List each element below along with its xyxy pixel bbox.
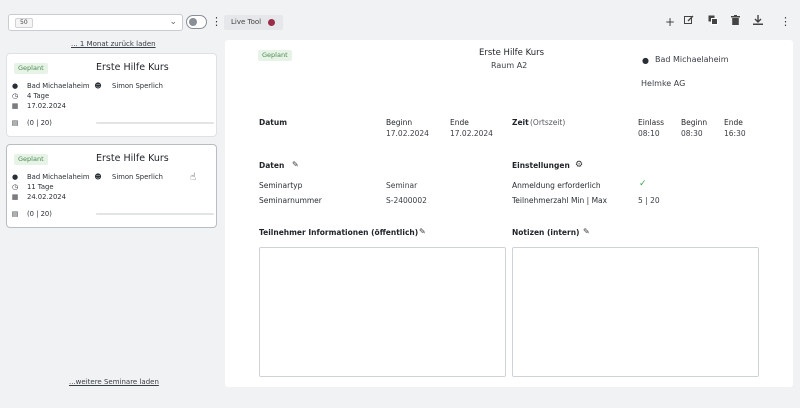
sidebar-menu-icon[interactable]: ⋮ [211, 16, 222, 27]
seminarnummer-label: Seminarnummer [259, 196, 322, 205]
load-previous-link[interactable]: ... 1 Monat zurück laden [71, 40, 156, 48]
gear-icon[interactable]: ⚙ [575, 160, 583, 170]
clock-icon: ◷ [11, 92, 19, 100]
card-trainer: Simon Sperlich [112, 82, 163, 90]
status-badge: Geplant [258, 50, 292, 61]
seminarnummer-value: S-2400002 [386, 196, 427, 205]
edit-icon[interactable] [682, 15, 696, 29]
detail-location: Bad Michaelaheim [655, 55, 729, 64]
info-label: Teilnehmer Informationen (öffentlich) [259, 228, 419, 237]
detail-title: Erste Hilfe Kurs [479, 48, 545, 58]
chevron-down-icon: ⌄ [169, 17, 177, 27]
time-begin-label: Beginn [681, 118, 708, 127]
detail-room: Raum A2 [491, 61, 528, 70]
zeit-sublabel: (Ortszeit) [530, 118, 566, 127]
card-date: 24.02.2024 [27, 193, 66, 201]
group-icon: ▤ [11, 119, 19, 127]
card-title: Erste Hilfe Kurs [96, 153, 169, 164]
seminar-card[interactable]: Geplant Erste Hilfe Kurs ● Bad Michaelah… [6, 53, 217, 137]
participants-progress [96, 122, 214, 124]
location-pin-icon: ● [11, 82, 19, 90]
person-icon: ☻ [94, 173, 102, 181]
card-trainer: Simon Sperlich [112, 173, 163, 181]
end-value: 17.02.2024 [450, 129, 493, 138]
daten-label: Daten [259, 161, 285, 170]
copy-icon[interactable] [706, 15, 720, 29]
add-icon[interactable]: + [663, 15, 677, 29]
load-more-link[interactable]: ...weitere Seminare laden [69, 378, 159, 386]
seminartyp-label: Seminartyp [259, 181, 303, 190]
time-end-value: 16:30 [724, 129, 746, 138]
live-tool-label: Live Tool [231, 18, 262, 26]
edit-notes-icon[interactable]: ✎ [583, 227, 590, 236]
location-pin-icon: ● [11, 173, 19, 181]
download-icon[interactable] [751, 15, 765, 29]
card-location: Bad Michaelaheim [27, 173, 90, 181]
location-pin-icon: ● [642, 56, 649, 65]
edit-info-icon[interactable]: ✎ [419, 227, 426, 236]
live-status-dot [268, 19, 276, 26]
card-duration: 4 Tage [27, 92, 50, 100]
notes-label: Notizen (intern) [512, 228, 580, 237]
card-duration: 11 Tage [27, 183, 54, 191]
clock-icon: ◷ [11, 183, 19, 191]
time-end-label: Ende [724, 118, 743, 127]
begin-label: Beginn [386, 118, 413, 127]
seminar-detail-panel: Geplant Erste Hilfe Kurs Raum A2 ● Bad M… [225, 40, 793, 387]
time-begin-value: 08:30 [681, 129, 703, 138]
group-icon: ▤ [11, 210, 19, 218]
view-toggle[interactable] [186, 15, 207, 29]
teilnehmerzahl-label: Teilnehmerzahl Min | Max [512, 196, 608, 205]
check-icon: ✓ [639, 179, 647, 189]
delete-icon[interactable] [728, 15, 742, 29]
edit-daten-icon[interactable]: ✎ [292, 160, 299, 169]
teilnehmerzahl-value: 5 | 20 [638, 196, 660, 205]
card-title: Erste Hilfe Kurs [96, 62, 169, 73]
seminartyp-value: Seminar [386, 181, 418, 190]
page-size-value: 50 [15, 18, 33, 28]
end-label: Ende [450, 118, 469, 127]
detail-company: Helmke AG [641, 79, 686, 88]
status-badge: Geplant [14, 63, 48, 74]
calendar-icon: ▦ [11, 193, 19, 201]
card-participants: (0 | 20) [27, 119, 52, 127]
toggle-knob [189, 18, 197, 26]
card-date: 17.02.2024 [27, 102, 66, 110]
zeit-label: Zeit [512, 118, 529, 127]
card-participants: (0 | 20) [27, 210, 52, 218]
hand-cursor-icon: ☝ [190, 172, 197, 183]
card-location: Bad Michaelaheim [27, 82, 90, 90]
internal-notes-box[interactable] [512, 247, 759, 377]
page-size-select[interactable]: 50 ⌄ [8, 14, 183, 31]
participants-progress [96, 213, 214, 215]
calendar-icon: ▦ [11, 102, 19, 110]
anmeldung-label: Anmeldung erforderlich [512, 181, 601, 190]
person-icon: ☻ [94, 82, 102, 90]
einlass-value: 08:10 [638, 129, 660, 138]
status-badge: Geplant [14, 154, 48, 165]
seminar-card[interactable]: Geplant Erste Hilfe Kurs ● Bad Michaelah… [6, 144, 217, 228]
participant-info-box[interactable] [259, 247, 506, 377]
einlass-label: Einlass [638, 118, 665, 127]
more-options-icon[interactable]: ⋮ [780, 16, 791, 27]
einstellungen-label: Einstellungen [512, 161, 570, 170]
datum-label: Datum [259, 118, 288, 127]
live-tool-button[interactable]: Live Tool [224, 15, 284, 30]
begin-value: 17.02.2024 [386, 129, 429, 138]
